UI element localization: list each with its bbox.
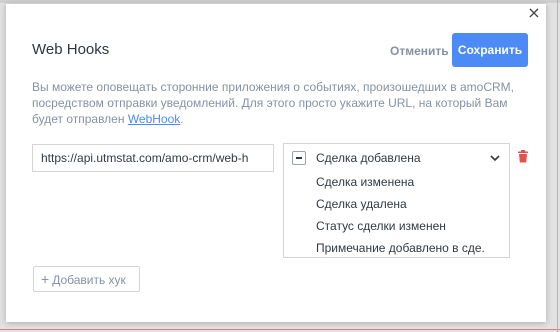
add-hook-button[interactable]: + Добавить хук <box>33 266 140 292</box>
event-option[interactable]: Сделка изменена <box>316 175 414 189</box>
event-option[interactable]: Примечание добавлено в сде. <box>316 241 485 255</box>
close-icon[interactable]: × <box>522 3 546 23</box>
trash-icon[interactable] <box>517 150 529 163</box>
description-end: . <box>180 112 184 126</box>
backdrop-header-strip <box>0 0 560 3</box>
modal-title: Web Hooks <box>32 41 110 58</box>
events-multiselect[interactable]: Сделка добавлена Сделка изменена Сделка … <box>283 143 510 258</box>
backdrop-divider <box>0 329 560 330</box>
events-selected-row[interactable]: Сделка добавлена <box>284 144 509 172</box>
add-hook-label: Добавить хук <box>52 273 126 287</box>
webhook-url-input[interactable]: https://api.utmstat.com/amo-crm/web-h <box>32 144 274 172</box>
description-body: Вы можете оповещать сторонние приложения… <box>32 80 514 126</box>
backdrop-divider-right <box>557 0 558 332</box>
events-selected-label: Сделка добавлена <box>316 151 421 165</box>
plus-icon: + <box>41 271 50 287</box>
event-option[interactable]: Сделка удалена <box>316 197 407 211</box>
minus-checkbox-icon[interactable] <box>292 151 306 165</box>
webhooks-modal: × Web Hooks Отменить Сохранить Вы можете… <box>6 3 546 322</box>
chevron-down-icon[interactable] <box>489 152 501 164</box>
description-text: Вы можете оповещать сторонние приложения… <box>32 79 532 127</box>
event-option[interactable]: Статус сделки изменен <box>316 219 446 233</box>
cancel-button[interactable]: Отменить <box>390 40 449 62</box>
webhook-link[interactable]: WebHook <box>128 112 180 126</box>
save-button[interactable]: Сохранить <box>452 33 528 67</box>
